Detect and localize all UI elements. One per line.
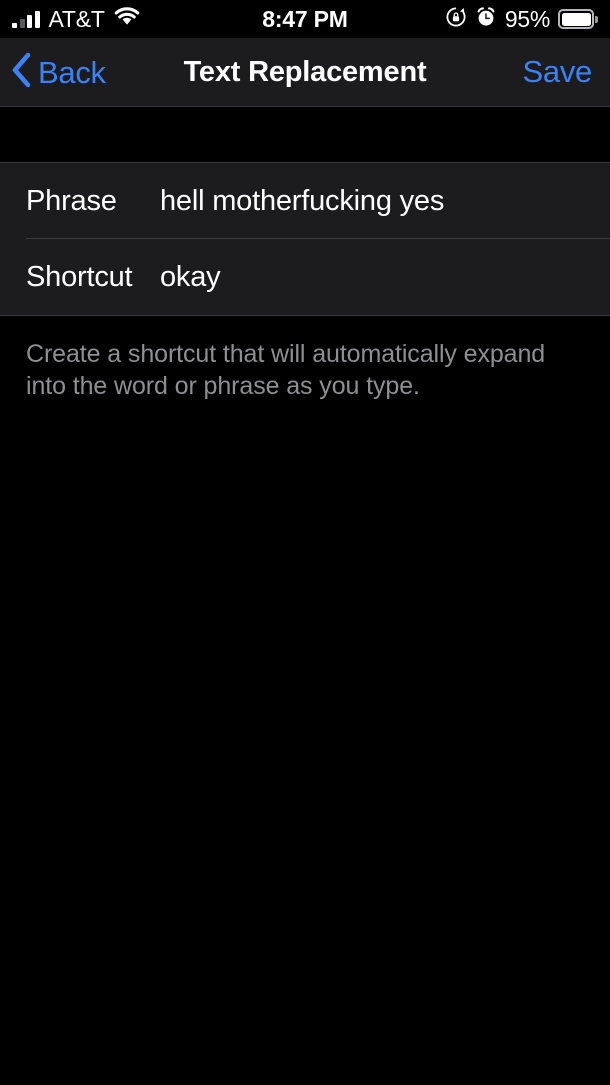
chevron-left-icon	[10, 51, 32, 94]
carrier-label: AT&T	[48, 5, 105, 32]
battery-percent-label: 95%	[504, 5, 550, 32]
phrase-row[interactable]: Phrase hell motherfucking yes	[0, 163, 610, 239]
footer-description: Create a shortcut that will automaticall…	[26, 340, 546, 400]
cellular-signal-icon	[12, 10, 40, 28]
save-button[interactable]: Save	[523, 38, 593, 106]
top-spacer	[0, 107, 610, 162]
back-button-label: Back	[38, 54, 106, 90]
shortcut-row[interactable]: Shortcut okay	[0, 239, 610, 315]
clock-label: 8:47 PM	[262, 5, 348, 32]
battery-icon	[558, 9, 598, 29]
alarm-clock-icon	[475, 6, 497, 33]
phrase-label: Phrase	[26, 184, 117, 217]
back-button[interactable]: Back	[10, 38, 106, 106]
phrase-input[interactable]: hell motherfucking yes	[160, 185, 610, 218]
shortcut-input[interactable]: okay	[160, 261, 610, 294]
status-bar-right-group: 95%	[445, 0, 598, 38]
shortcut-label: Shortcut	[26, 260, 133, 293]
status-bar-left-group: AT&T	[12, 0, 140, 38]
status-bar: AT&T 8:47 PM 95%	[0, 0, 610, 38]
navigation-bar: Back Text Replacement Save	[0, 38, 610, 107]
text-replacement-form: Phrase hell motherfucking yes Shortcut o…	[0, 162, 610, 316]
wifi-icon	[114, 6, 140, 31]
content-area: Phrase hell motherfucking yes Shortcut o…	[0, 107, 610, 1085]
rotation-lock-icon	[445, 6, 467, 33]
